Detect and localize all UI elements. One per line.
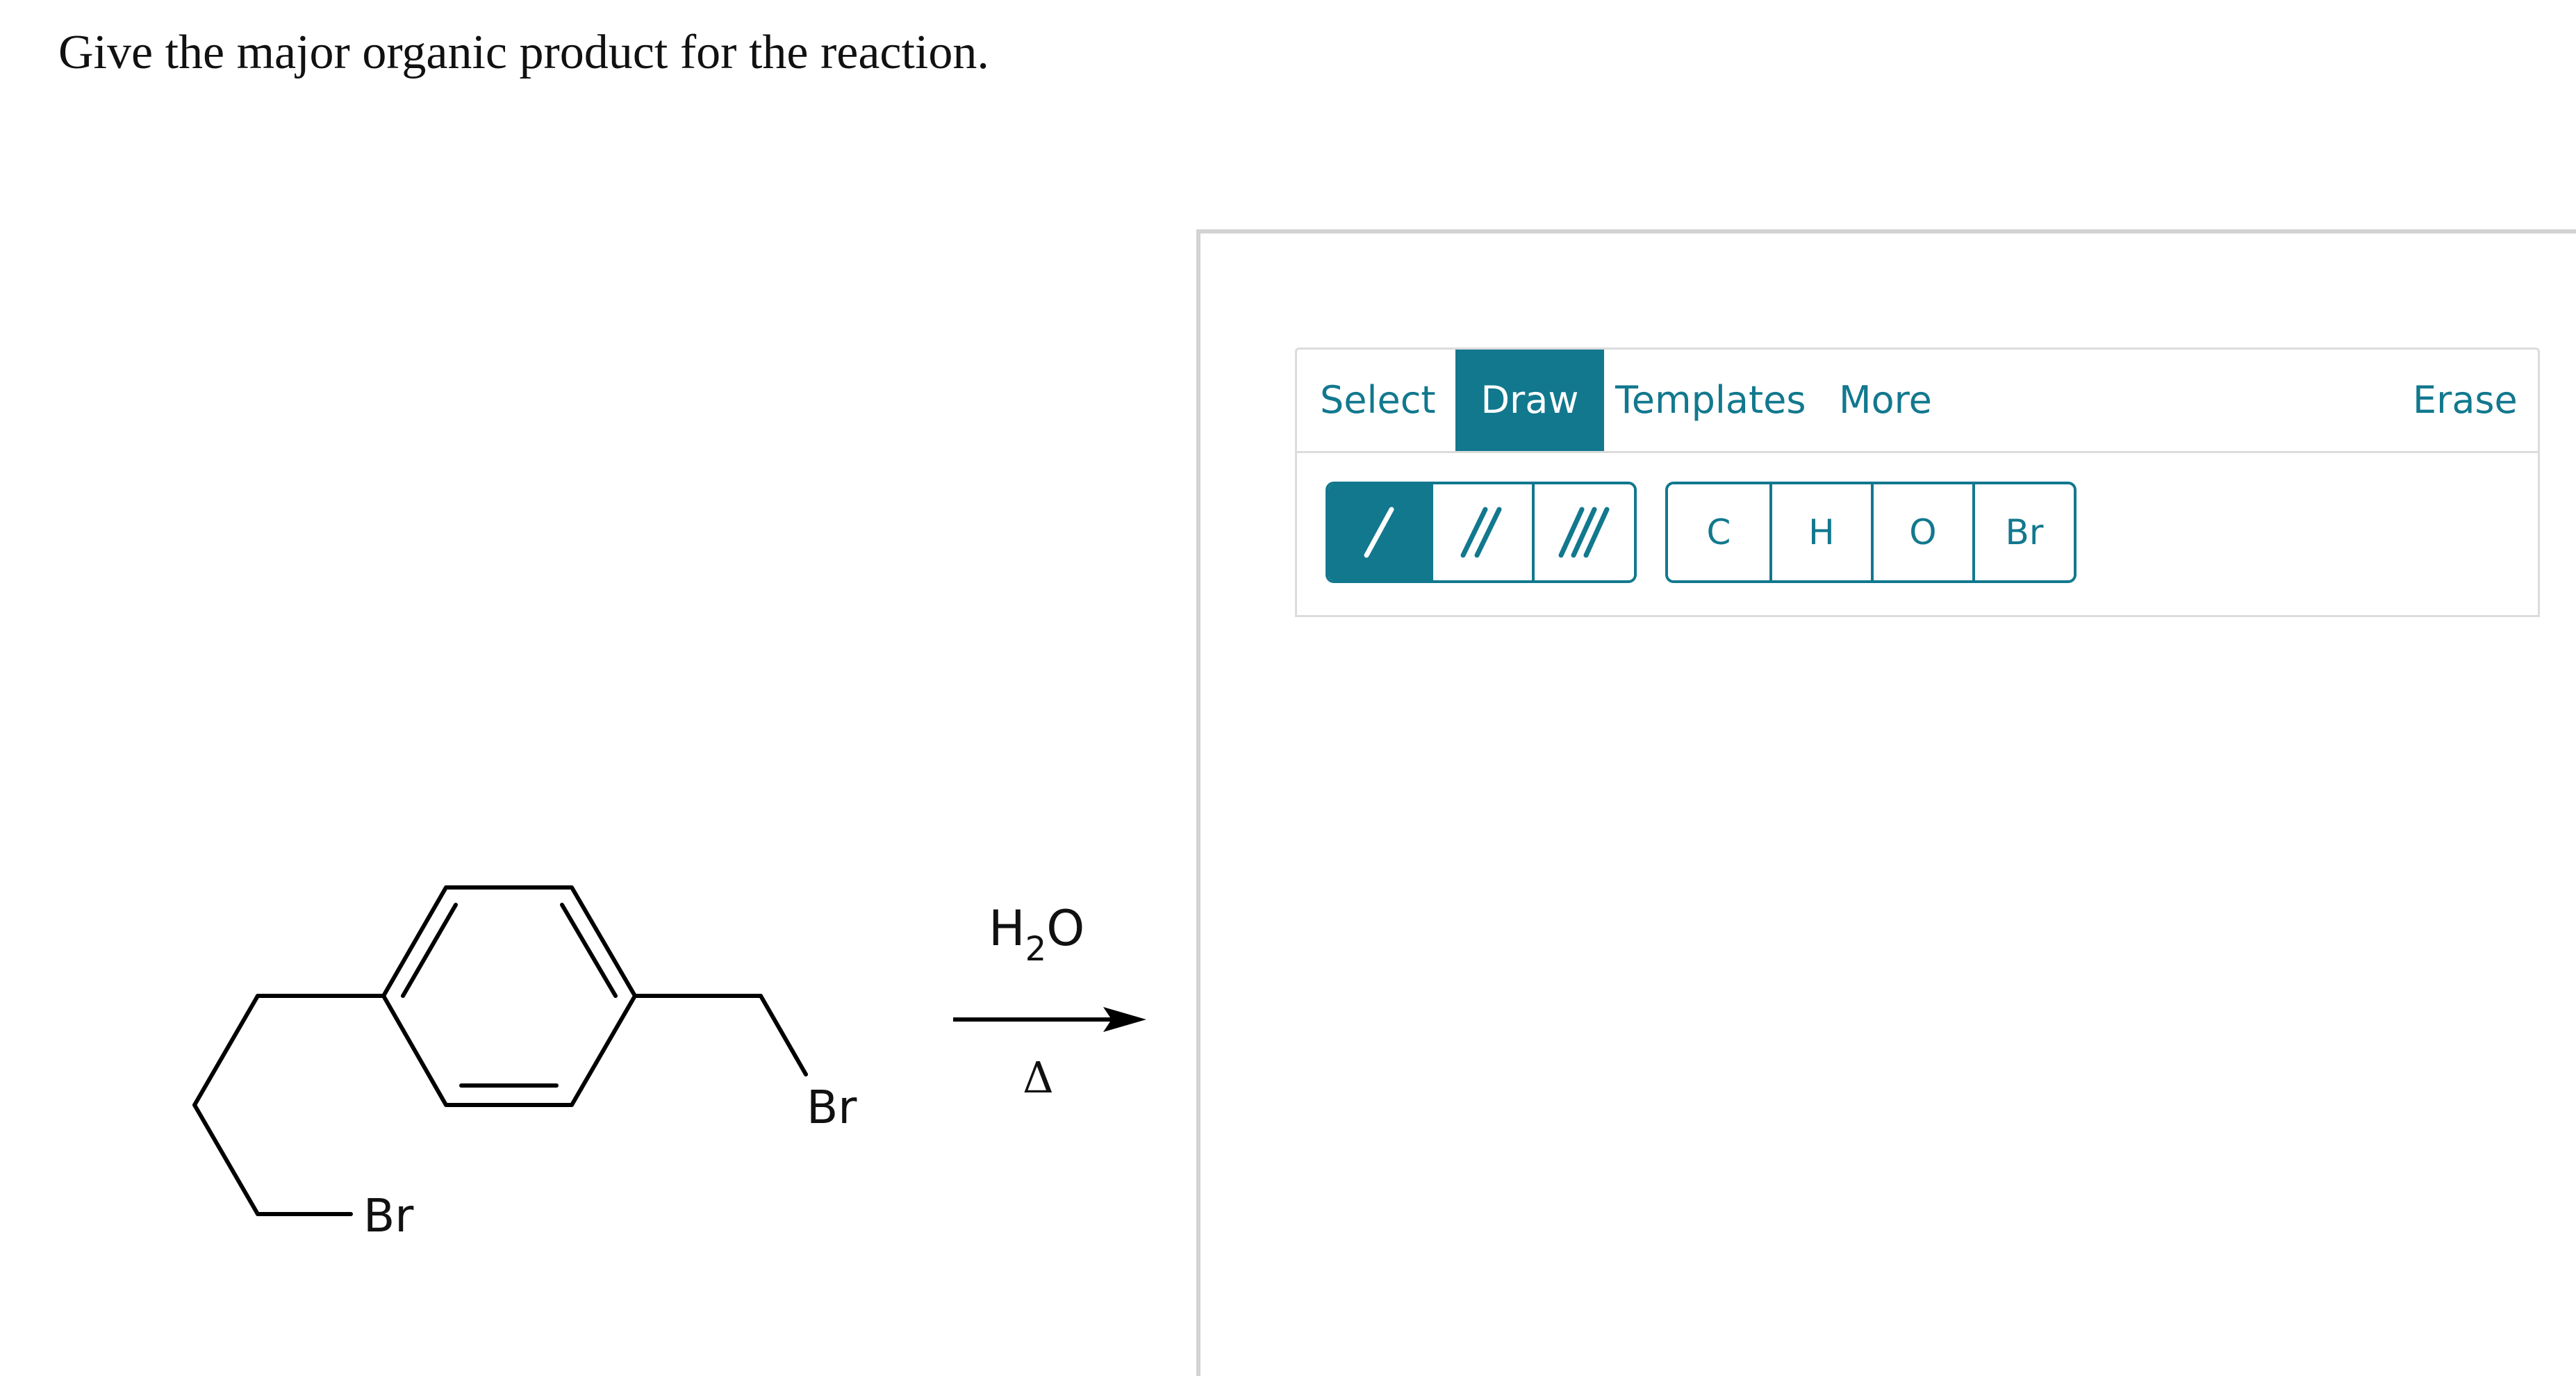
tab-select[interactable]: Select	[1320, 350, 1436, 451]
double-bond-icon[interactable]	[1430, 484, 1533, 580]
atom-tool-group: C H O Br	[1665, 482, 2077, 583]
atom-button-oxygen[interactable]: O	[1870, 484, 1972, 580]
reagent-subscript: 2	[1025, 930, 1047, 969]
reactant-structure	[192, 885, 808, 1216]
erase-button[interactable]: Erase	[2413, 350, 2518, 451]
chain-bond-3	[192, 1103, 260, 1216]
atom-button-carbon[interactable]: C	[1668, 484, 1769, 580]
reagent-end: O	[1046, 900, 1084, 957]
question-text: Give the major organic product for the r…	[58, 26, 989, 79]
toolbar-tools: C H O Br	[1295, 451, 2540, 617]
reagent-main: H	[989, 900, 1025, 957]
single-bond-icon[interactable]	[1328, 484, 1430, 580]
toolbar-tabs: Select Draw Templates More Erase	[1295, 347, 2540, 453]
tab-more[interactable]: More	[1839, 350, 1932, 451]
triple-bond-icon[interactable]	[1532, 484, 1634, 580]
benzyl-bond-2	[759, 994, 808, 1076]
atom-button-bromine[interactable]: Br	[1972, 484, 2074, 580]
bromine-label-right: Br	[807, 1081, 857, 1134]
tab-draw[interactable]: Draw	[1455, 350, 1604, 451]
tab-templates[interactable]: Templates	[1615, 350, 1806, 451]
benzene-ring	[381, 885, 637, 1107]
reagent-label: H2O	[989, 900, 1084, 969]
reaction-scheme: Br Br H2O Δ	[192, 885, 1146, 1243]
bromine-label-left: Br	[363, 1189, 414, 1243]
heat-condition-label: Δ	[1023, 1052, 1054, 1103]
chain-bond-2	[192, 994, 260, 1107]
sketcher-toolbar: Select Draw Templates More Erase C H O B…	[1295, 347, 2540, 617]
atom-button-hydrogen[interactable]: H	[1769, 484, 1871, 580]
bond-tool-group	[1326, 482, 1637, 583]
